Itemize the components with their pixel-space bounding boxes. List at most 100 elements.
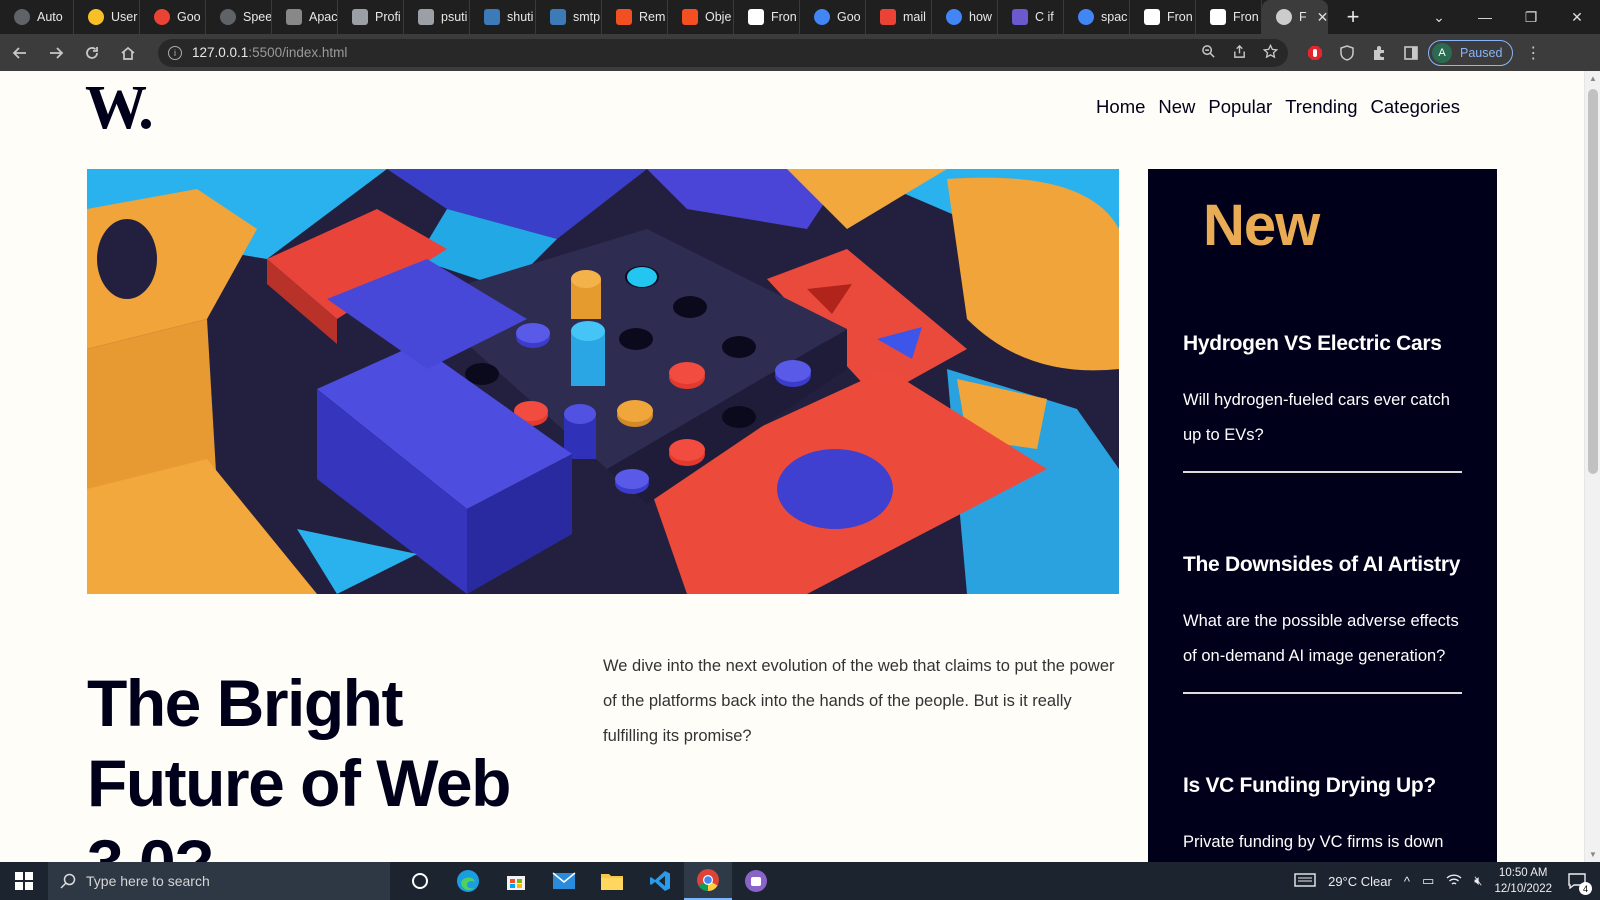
main-nav: Home New Popular Trending Categories [1096,96,1460,118]
browser-tab[interactable]: C if [998,0,1064,34]
nav-link-categories[interactable]: Categories [1371,96,1460,118]
notification-center-icon[interactable]: 4 [1564,868,1592,895]
browser-tab[interactable]: Rem [602,0,668,34]
browser-tab[interactable]: Spee [206,0,272,34]
extensions-area [1306,44,1420,62]
browser-tab[interactable]: psuti [404,0,470,34]
sidebar-article[interactable]: Is VC Funding Drying Up? Private funding… [1183,774,1462,862]
site-info-icon[interactable]: i [168,45,182,60]
taskbar-search[interactable]: Type here to search [48,862,390,900]
microsoft-icon [682,9,698,25]
edge-icon[interactable] [444,862,492,900]
browser-tab[interactable]: smtp [536,0,602,34]
browser-tab-label: spac [1101,10,1128,24]
vscode-icon[interactable] [636,862,684,900]
nav-link-home[interactable]: Home [1096,96,1145,118]
home-button[interactable] [112,37,144,69]
zoom-icon[interactable] [1201,44,1216,62]
minimize-button[interactable]: — [1462,9,1508,25]
browser-tab[interactable]: how [932,0,998,34]
browser-tab[interactable]: Fron [1130,0,1196,34]
doc-icon [418,9,434,25]
task-view-icon[interactable] [396,862,444,900]
scroll-up-arrow-icon[interactable]: ▲ [1589,74,1597,83]
window-controls: ⌄ — ❐ ✕ [1416,0,1600,34]
url-path: :5500/index.html [248,45,348,60]
scrollbar-thumb[interactable] [1588,89,1598,474]
sidebar-article-title[interactable]: Is VC Funding Drying Up? [1183,774,1462,798]
system-clock[interactable]: 10:50 AM 12/10/2022 [1494,865,1552,897]
page-favicon-icon [1276,9,1292,25]
volume-muted-icon[interactable]: 🔇︎ [1474,873,1482,889]
windows-logo-icon [15,872,33,890]
reload-button[interactable] [76,37,108,69]
page-scrollbar[interactable]: ▲ ▼ [1584,71,1600,862]
tab-active[interactable]: F ✕ [1262,0,1328,34]
nav-link-popular[interactable]: Popular [1208,96,1272,118]
chrome-icon[interactable] [684,862,732,900]
nav-link-new[interactable]: New [1158,96,1195,118]
scroll-down-arrow-icon[interactable]: ▼ [1589,850,1597,859]
app-icon[interactable] [732,862,780,900]
browser-tab-label: Obje [705,10,732,24]
nav-link-trending[interactable]: Trending [1285,96,1357,118]
clock-date: 12/10/2022 [1494,883,1552,895]
sidebar-article[interactable]: Hydrogen VS Electric Cars Will hydrogen-… [1183,332,1462,473]
share-icon[interactable] [1232,44,1247,62]
microsoft-icon [616,9,632,25]
browser-tab[interactable]: Goo [140,0,206,34]
battery-icon[interactable]: ▭ [1422,873,1434,889]
restore-button[interactable]: ❐ [1508,9,1554,26]
weather-icon[interactable] [1294,872,1316,891]
mail-icon[interactable] [540,862,588,900]
close-window-button[interactable]: ✕ [1554,9,1600,26]
browser-tab-label: Rem [639,10,666,24]
shield-extension-icon[interactable] [1338,44,1356,62]
browser-tab[interactable]: Obje [668,0,734,34]
close-tab-icon[interactable]: ✕ [1317,9,1328,26]
file-explorer-icon[interactable] [588,862,636,900]
clock-time: 10:50 AM [1498,867,1548,879]
frontend-mentor-icon [748,9,764,25]
browser-tab[interactable]: shuti [470,0,536,34]
forward-button[interactable] [40,37,72,69]
system-tray: 29°C Clear ^ ▭ 🔇︎ 10:50 AM 12/10/2022 4 [1294,865,1600,897]
site-logo[interactable]: W. [85,77,154,139]
profile-button[interactable]: A Paused [1428,39,1514,66]
network-icon[interactable] [1446,873,1462,890]
browser-tab[interactable]: mail [866,0,932,34]
show-hidden-icons[interactable]: ^ [1404,874,1410,889]
tab-search-icon[interactable]: ⌄ [1416,9,1462,26]
browser-tab-label: smtp [573,10,601,24]
sidebar-article-title[interactable]: Hydrogen VS Electric Cars [1183,332,1462,356]
microsoft-store-icon[interactable] [492,862,540,900]
browser-tab[interactable]: Auto [0,0,74,34]
new-articles-sidebar: New Hydrogen VS Electric Cars Will hydro… [1148,169,1497,862]
browser-tab-label: shuti [507,10,534,24]
browser-tab[interactable]: Fron [1196,0,1262,34]
back-button[interactable] [4,37,36,69]
extensions-puzzle-icon[interactable] [1370,44,1388,62]
chrome-icon [14,9,30,25]
adblock-extension-icon[interactable] [1306,44,1324,62]
taskbar-apps [396,862,780,900]
new-tab-button[interactable]: + [1336,0,1370,34]
browser-menu-icon[interactable]: ⋮ [1525,43,1541,63]
windows-taskbar: Type here to search 29°C Clear ^ ▭ 🔇︎ 10… [0,862,1600,900]
weather-text[interactable]: 29°C Clear [1328,874,1392,889]
browser-tab-label: Fron [1233,10,1259,24]
browser-toolbar: i 127.0.0.1:5500/index.html A Paused ⋮ [0,34,1600,71]
bookmark-star-icon[interactable] [1262,43,1279,62]
browser-tab[interactable]: Profi [338,0,404,34]
side-panel-icon[interactable] [1402,44,1420,62]
start-button[interactable] [0,862,48,900]
sidebar-article-title[interactable]: The Downsides of AI Artistry [1183,553,1462,577]
browser-tab[interactable]: User [74,0,140,34]
browser-tab[interactable]: Fron [734,0,800,34]
browser-tab[interactable]: Goo [800,0,866,34]
hero-image [87,169,1119,594]
browser-tab[interactable]: Apac [272,0,338,34]
browser-tab[interactable]: spac [1064,0,1130,34]
sidebar-article[interactable]: The Downsides of AI Artistry What are th… [1183,553,1462,694]
address-bar[interactable]: i 127.0.0.1:5500/index.html [158,38,1288,67]
